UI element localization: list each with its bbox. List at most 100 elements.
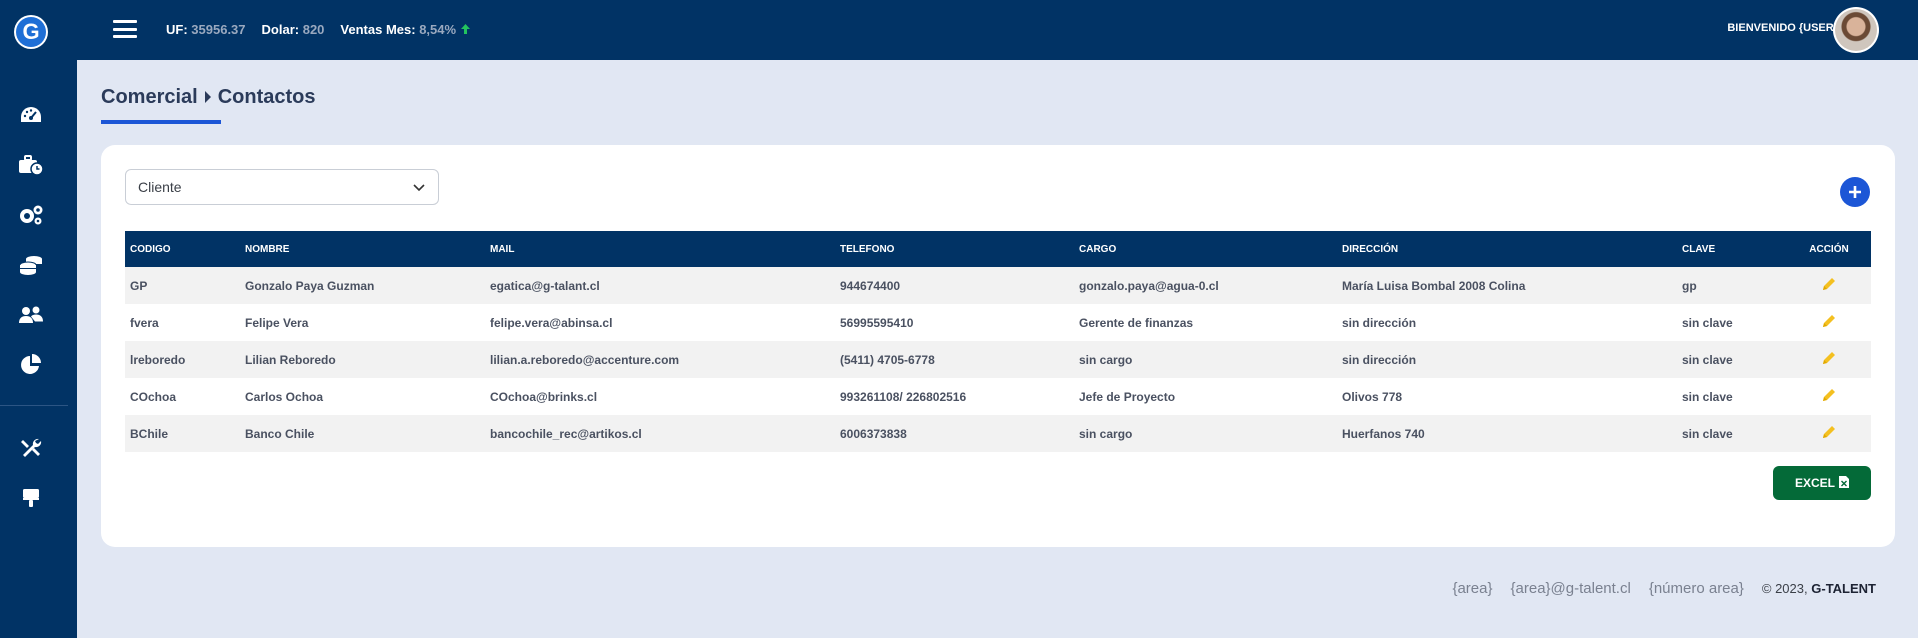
- ventas-metric: Ventas Mes: 8,54%: [340, 22, 470, 37]
- table-row: lreboredo Lilian Reboredo lilian.a.rebor…: [125, 341, 1871, 378]
- briefcase-clock-icon[interactable]: [16, 150, 46, 180]
- cell-codigo: GP: [130, 278, 148, 293]
- edit-pencil-icon[interactable]: [1787, 341, 1871, 378]
- user-photo: [1835, 9, 1877, 51]
- menu-toggle-icon[interactable]: [113, 20, 137, 38]
- arrow-up-icon: [460, 22, 471, 37]
- table-row: fvera Felipe Vera felipe.vera@abinsa.cl …: [125, 304, 1871, 341]
- ventas-label: Ventas Mes:: [340, 22, 416, 37]
- cell-nombre: Lilian Reboredo: [245, 352, 336, 367]
- cell-nombre: Banco Chile: [245, 426, 315, 441]
- excel-button-label: EXCEL: [1794, 476, 1835, 490]
- footer-brand: G-TALENT: [1811, 581, 1876, 596]
- caret-right-icon: [204, 90, 212, 106]
- table-header-row: CODIGO NOMBRE MAIL TELEFONO CARGO DIRECC…: [125, 231, 1871, 267]
- coins-stack-icon[interactable]: [16, 250, 46, 280]
- cell-clave: sin clave: [1682, 352, 1733, 367]
- header-mail[interactable]: MAIL: [485, 231, 835, 267]
- edit-pencil-icon[interactable]: [1787, 267, 1871, 304]
- cell-codigo: fvera: [130, 315, 159, 330]
- welcome-text: BIENVENIDO {USER}: [1727, 22, 1838, 34]
- top-bar: UF: 35956.37 Dolar: 820 Ventas Mes: 8,54…: [77, 0, 1918, 60]
- cell-mail: egatica@g-talant.cl: [490, 278, 600, 293]
- tools-icon[interactable]: [16, 433, 46, 463]
- footer-email[interactable]: {area}@g-talent.cl: [1511, 580, 1631, 597]
- cell-nombre: Carlos Ochoa: [245, 389, 324, 404]
- cell-direccion: sin dirección: [1342, 315, 1417, 330]
- table-row: BChile Banco Chile bancochile_rec@artiko…: [125, 415, 1871, 452]
- sidebar: G: [0, 0, 77, 638]
- edit-pencil-icon[interactable]: [1787, 304, 1871, 341]
- cell-mail: felipe.vera@abinsa.cl: [490, 315, 613, 330]
- header-metrics: UF: 35956.37 Dolar: 820 Ventas Mes: 8,54…: [166, 22, 471, 37]
- cell-cargo: Jefe de Proyecto: [1079, 389, 1176, 404]
- footer: {area} {area}@g-talent.cl {número area} …: [1452, 580, 1876, 597]
- table-row: GP Gonzalo Paya Guzman egatica@g-talant.…: [125, 267, 1871, 304]
- add-contact-button[interactable]: [1840, 177, 1870, 207]
- uf-metric: UF: 35956.37: [166, 22, 246, 37]
- breadcrumb-section[interactable]: Comercial: [101, 86, 198, 109]
- cell-cargo: Gerente de finanzas: [1079, 315, 1194, 330]
- title-underline: [101, 120, 221, 124]
- cell-direccion: Olivos 778: [1342, 389, 1403, 404]
- client-select[interactable]: Cliente: [125, 169, 439, 205]
- cell-telefono: 6006373838: [840, 426, 907, 441]
- paint-roller-icon[interactable]: [16, 483, 46, 513]
- header-accion: ACCIÓN: [1809, 243, 1849, 255]
- footer-area: {area}: [1452, 580, 1493, 597]
- edit-pencil-icon[interactable]: [1787, 378, 1871, 415]
- uf-label: UF:: [166, 22, 188, 37]
- pie-chart-icon[interactable]: [16, 350, 46, 380]
- cell-codigo: lreboredo: [130, 352, 186, 367]
- dolar-label: Dolar:: [261, 22, 300, 37]
- breadcrumb: Comercial Contactos: [101, 86, 316, 109]
- footer-phone: {número area}: [1648, 580, 1744, 597]
- cell-mail: COchoa@brinks.cl: [490, 389, 598, 404]
- client-select-value: Cliente: [138, 179, 182, 195]
- ventas-value: 8,54%: [419, 22, 457, 37]
- plus-icon: [1849, 186, 1861, 198]
- cell-mail: bancochile_rec@artikos.cl: [490, 426, 642, 441]
- header-direccion[interactable]: DIRECCIÓN: [1337, 231, 1677, 267]
- gears-icon[interactable]: [16, 200, 46, 230]
- dashboard-gauge-icon[interactable]: [16, 100, 46, 130]
- edit-pencil-icon[interactable]: [1787, 415, 1871, 452]
- logo[interactable]: G: [14, 15, 48, 49]
- cell-cargo: gonzalo.paya@agua-0.cl: [1079, 278, 1219, 293]
- cell-telefono: 993261108/ 226802516: [840, 389, 967, 404]
- dolar-metric: Dolar: 820: [262, 22, 325, 37]
- excel-export-button[interactable]: EXCEL: [1773, 466, 1871, 500]
- cell-telefono: (5411) 4705-6778: [840, 352, 935, 367]
- avatar[interactable]: [1833, 7, 1879, 53]
- cell-telefono: 944674400: [840, 278, 901, 293]
- chevron-down-icon: [412, 180, 426, 197]
- cell-codigo: COchoa: [130, 389, 177, 404]
- cell-direccion: María Luisa Bombal 2008 Colina: [1342, 278, 1526, 293]
- users-icon[interactable]: [16, 300, 46, 330]
- logo-letter: G: [16, 17, 46, 47]
- cell-nombre: Felipe Vera: [245, 315, 309, 330]
- header-codigo[interactable]: CODIGO: [125, 231, 240, 267]
- header-cargo[interactable]: CARGO: [1074, 231, 1337, 267]
- cell-nombre: Gonzalo Paya Guzman: [245, 278, 375, 293]
- copyright-text: © 2023,: [1761, 581, 1808, 596]
- cell-clave: sin clave: [1682, 389, 1733, 404]
- uf-value: 35956.37: [191, 22, 246, 37]
- cell-cargo: sin cargo: [1079, 352, 1133, 367]
- sidebar-divider: [0, 405, 68, 406]
- header-nombre[interactable]: NOMBRE: [240, 231, 485, 267]
- cell-codigo: BChile: [130, 426, 169, 441]
- cell-mail: lilian.a.reboredo@accenture.com: [490, 352, 680, 367]
- cell-clave: sin clave: [1682, 426, 1733, 441]
- header-clave[interactable]: CLAVE: [1677, 231, 1787, 267]
- contacts-card: Cliente CODIGO NOMBRE MAIL TELEFONO CARG…: [101, 145, 1895, 547]
- header-telefono[interactable]: TELEFONO: [835, 231, 1074, 267]
- footer-copyright: © 2023, G-TALENT: [1762, 581, 1876, 596]
- table-row: COchoa Carlos Ochoa COchoa@brinks.cl 993…: [125, 378, 1871, 415]
- contacts-table: CODIGO NOMBRE MAIL TELEFONO CARGO DIRECC…: [125, 231, 1871, 452]
- breadcrumb-page: Contactos: [217, 86, 316, 108]
- cell-direccion: sin dirección: [1342, 352, 1417, 367]
- cell-telefono: 56995595410: [840, 315, 914, 330]
- cell-cargo: sin cargo: [1079, 426, 1133, 441]
- cell-direccion: Huerfanos 740: [1342, 426, 1425, 441]
